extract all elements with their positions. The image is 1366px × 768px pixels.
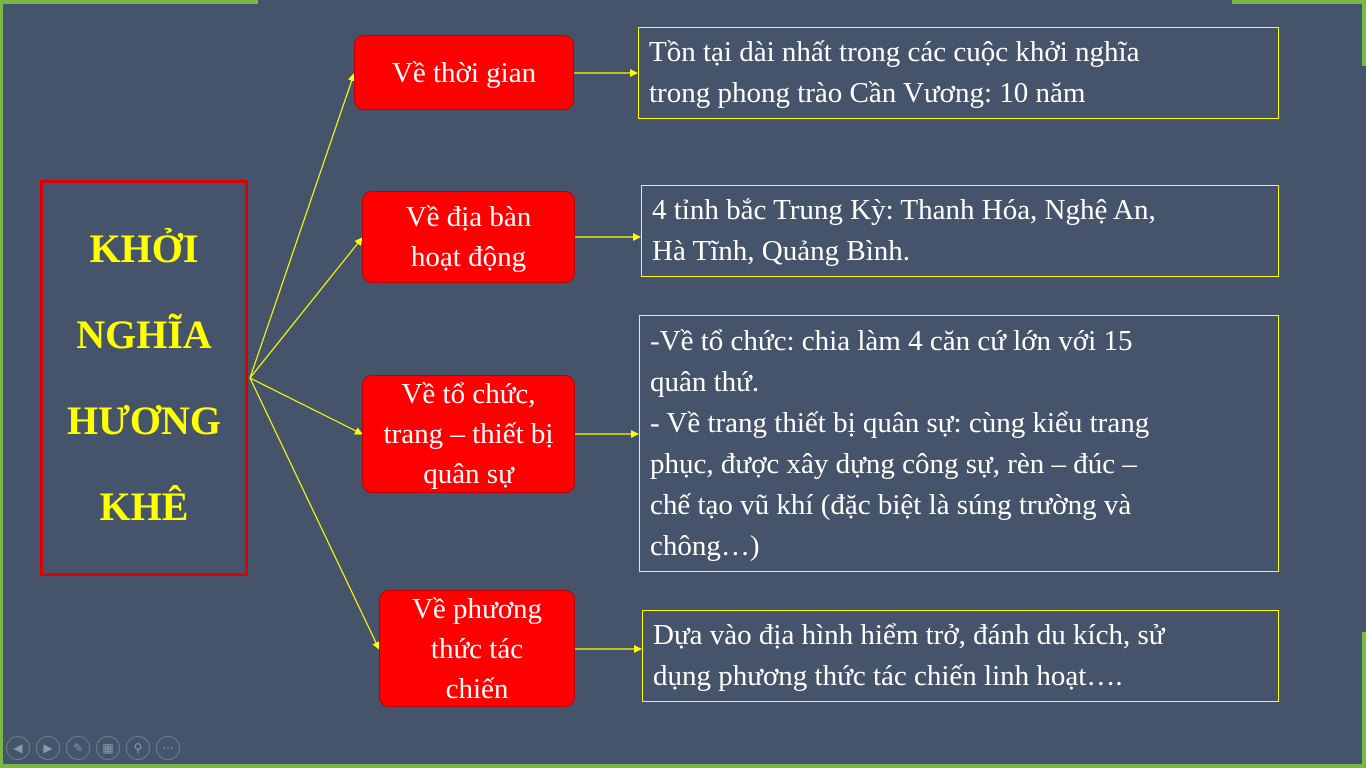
branch-arrow-area [249, 237, 363, 379]
category-label: Về tổ chức, trang – thiết bị quân sự [383, 378, 554, 490]
description-line: Dựa vào địa hình hiểm trở, đánh du kích,… [653, 619, 1165, 651]
description-line: chông…) [650, 529, 760, 562]
more-icon[interactable]: ⋯ [156, 736, 180, 760]
description-area: 4 tỉnh bắc Trung Kỳ: Thanh Hóa, Nghệ An,… [641, 185, 1279, 277]
description-line: -Về tổ chức: chia làm 4 căn cứ lớn với 1… [650, 324, 1133, 357]
description-line: trong phong trào Cần Vương: 10 năm [649, 77, 1086, 109]
category-area: Về địa bàn hoạt động [362, 191, 575, 283]
description-line: 4 tỉnh bắc Trung Kỳ: Thanh Hóa, Nghệ An, [652, 194, 1156, 226]
description-line: - Về trang thiết bị quân sự: cùng kiểu t… [650, 406, 1150, 439]
main-title-line: KHỞI [89, 226, 199, 271]
slideshow-toolbar: ◀ ▶ ✎ ▦ ⚲ ⋯ [6, 736, 180, 760]
branch-arrow-tactics [249, 377, 380, 650]
description-organization: -Về tổ chức: chia làm 4 căn cứ lớn với 1… [639, 315, 1279, 572]
category-label: Về thời gian [391, 56, 537, 89]
description-time: Tồn tại dài nhất trong các cuộc khởi ngh… [638, 27, 1279, 119]
description-line: dụng phương thức tác chiến linh hoạt…. [653, 660, 1123, 692]
category-organization: Về tổ chức, trang – thiết bị quân sự [362, 375, 575, 493]
description-line: phục, được xây dựng công sự, rèn – đúc – [650, 447, 1137, 480]
category-label: Về địa bàn hoạt động [405, 201, 532, 273]
next-icon[interactable]: ▶ [36, 736, 60, 760]
main-title-box: KHỞI NGHĨA HƯƠNG KHÊ [40, 180, 248, 576]
zoom-icon[interactable]: ⚲ [126, 736, 150, 760]
description-line: Tồn tại dài nhất trong các cuộc khởi ngh… [649, 36, 1140, 68]
category-label: Về phương thức tác chiến [411, 592, 543, 705]
main-title-line: HƯƠNG [66, 398, 222, 443]
category-time: Về thời gian [354, 35, 574, 110]
description-tactics: Dựa vào địa hình hiểm trở, đánh du kích,… [642, 610, 1279, 702]
branch-arrow-time [249, 73, 356, 379]
description-line: quân thứ. [650, 365, 760, 398]
previous-icon[interactable]: ◀ [6, 736, 30, 760]
branch-arrow-organization [249, 377, 363, 435]
main-title-line: NGHĨA [76, 312, 212, 357]
description-line: Hà Tĩnh, Quảng Bình. [652, 235, 911, 267]
description-line: chế tạo vũ khí (đặc biệt là súng trường … [650, 488, 1132, 521]
main-title-line: KHÊ [99, 484, 189, 529]
pen-icon[interactable]: ✎ [66, 736, 90, 760]
category-tactics: Về phương thức tác chiến [379, 590, 575, 707]
slides-icon[interactable]: ▦ [96, 736, 120, 760]
